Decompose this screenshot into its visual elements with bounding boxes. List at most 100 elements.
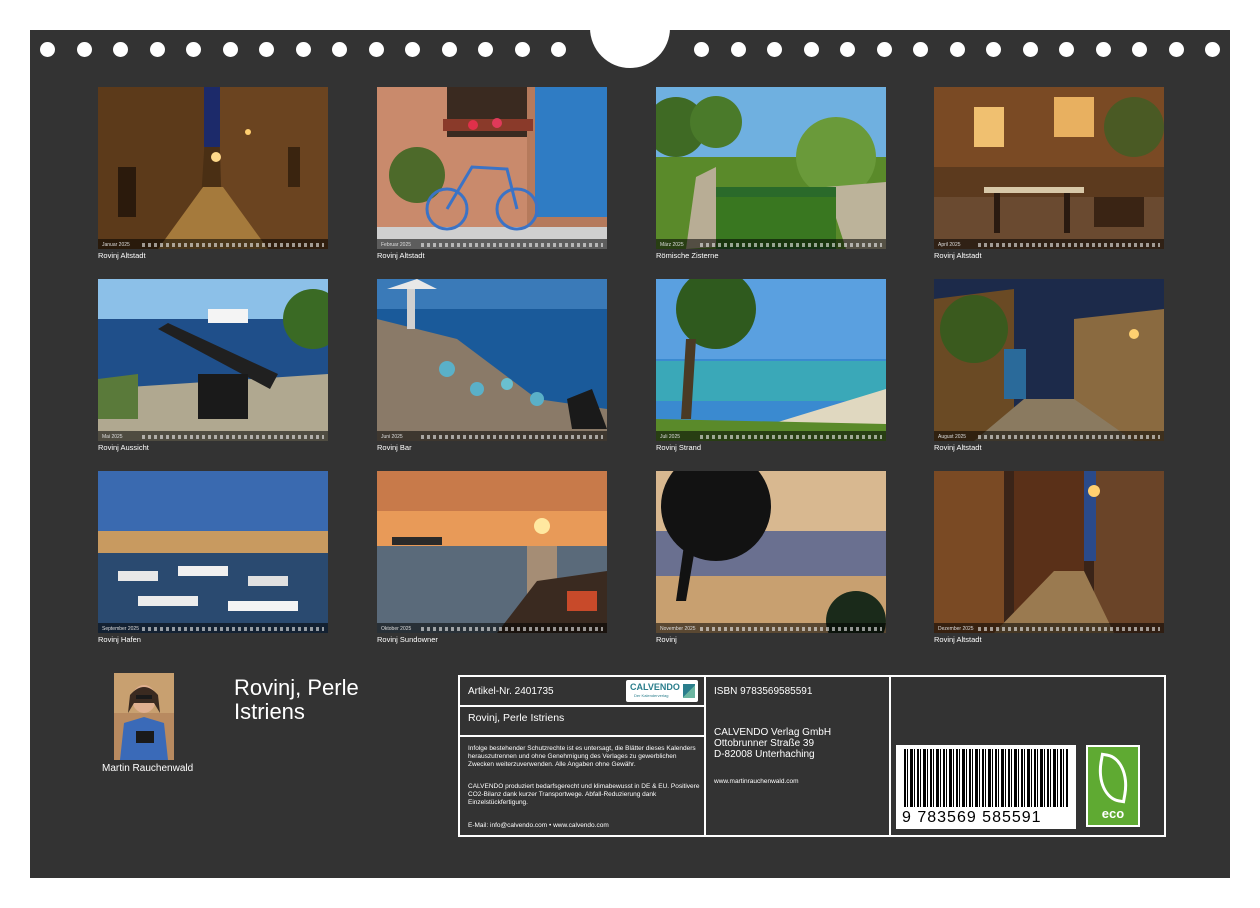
- calendar-days: [142, 435, 324, 439]
- leaf-icon: [1093, 752, 1133, 804]
- calendar-days: [421, 243, 603, 247]
- binding-hole: [840, 42, 855, 57]
- binding-hole: [76, 42, 92, 57]
- photo-caption: Römische Zisterne: [656, 251, 719, 260]
- month-label: August 2025: [938, 434, 967, 440]
- publisher-street: Ottobrunner Straße 39: [714, 738, 815, 749]
- binding-hole: [40, 42, 55, 57]
- calendar-days: [421, 435, 603, 439]
- binding-hole: [186, 42, 201, 57]
- photo-november: November 2025: [656, 471, 886, 633]
- photo-caption: Rovinj Altstadt: [934, 635, 982, 644]
- photo-february: Februar 2025: [377, 87, 607, 249]
- divider: [889, 677, 891, 835]
- binding-hole: [913, 42, 928, 57]
- binding-hole: [1132, 42, 1147, 57]
- legal-notice: Infolge bestehender Schutzrechte ist es …: [468, 745, 696, 768]
- contact-line: E-Mail: info@calvendo.com • www.calvendo…: [468, 822, 609, 829]
- binding-hole: [876, 42, 892, 57]
- photo-march: März 2025: [656, 87, 886, 249]
- binding-hole: [478, 42, 493, 57]
- binding-hole: [222, 42, 238, 57]
- binding-hole: [259, 42, 274, 57]
- binding-hole: [1095, 42, 1111, 57]
- month-label: Januar 2025: [102, 242, 130, 248]
- photo-caption: Rovinj Altstadt: [934, 251, 982, 260]
- photo-august: August 2025: [934, 279, 1164, 441]
- photo-may: Mai 2025: [98, 279, 328, 441]
- calendar-days: [700, 627, 882, 631]
- eco-notice: CALVENDO produziert bedarfsgerecht und k…: [468, 783, 700, 806]
- binding-hole: [767, 42, 782, 57]
- photo-caption: Rovinj Altstadt: [98, 251, 146, 260]
- barcode-bars: [904, 749, 1068, 807]
- binding-hole: [149, 42, 165, 57]
- title-line-2: Istriens: [234, 699, 305, 724]
- binding-hole: [949, 42, 965, 57]
- author-name: Martin Rauchenwald: [102, 763, 194, 774]
- article-number: Artikel-Nr. 2401735: [468, 686, 554, 697]
- eco-badge: eco: [1086, 745, 1140, 827]
- month-label: März 2025: [660, 242, 684, 248]
- isbn-barcode: 9 783569 585591: [896, 745, 1076, 829]
- publisher-name: CALVENDO Verlag GmbH: [714, 727, 832, 738]
- photo-caption: Rovinj Aussicht: [98, 443, 149, 452]
- divider: [704, 677, 706, 835]
- photo-caption: Rovinj: [656, 635, 677, 644]
- binding-hole: [1205, 42, 1220, 57]
- month-label: Februar 2025: [381, 242, 412, 248]
- month-label: Juni 2025: [381, 434, 403, 440]
- calendar-days: [978, 243, 1160, 247]
- barcode-digits: 9 783569 585591: [902, 809, 1042, 826]
- product-info-box: Artikel-Nr. 2401735 CALVENDO Der Kalende…: [458, 675, 1166, 837]
- photo-january: Januar 2025: [98, 87, 328, 249]
- binding-hole: [295, 42, 311, 57]
- photo-caption: Rovinj Sundowner: [377, 635, 438, 644]
- month-label: Mai 2025: [102, 434, 123, 440]
- photo-july: Juli 2025: [656, 279, 886, 441]
- author-website: www.martinrauchenwald.com: [714, 778, 799, 785]
- calvendo-logo: CALVENDO Der Kalenderverlag: [626, 680, 698, 702]
- calendar-days: [978, 435, 1160, 439]
- photo-caption: Rovinj Altstadt: [934, 443, 982, 452]
- isbn: ISBN 9783569585591: [714, 686, 813, 697]
- binding-hole: [1059, 42, 1074, 57]
- calendar-days: [700, 243, 882, 247]
- photo-october: Oktober 2025: [377, 471, 607, 633]
- title-line-1: Rovinj, Perle: [234, 675, 359, 700]
- binding-hole: [405, 42, 420, 57]
- month-label: Oktober 2025: [381, 626, 412, 632]
- month-label: April 2025: [938, 242, 961, 248]
- calendar-days: [142, 627, 324, 631]
- photo-december: Dezember 2025: [934, 471, 1164, 633]
- logo-word: CALVENDO: [630, 682, 680, 692]
- binding-hole: [441, 42, 457, 57]
- photo-september: September 2025: [98, 471, 328, 633]
- divider: [460, 705, 704, 707]
- photo-caption: Rovinj Strand: [656, 443, 702, 452]
- photo-june: Juni 2025: [377, 279, 607, 441]
- binding-hole: [986, 42, 1001, 57]
- binding-hole: [514, 42, 530, 57]
- calendar-days: [978, 627, 1160, 631]
- binding-hole: [113, 42, 128, 57]
- binding-hole: [368, 42, 384, 57]
- photo-april: April 2025: [934, 87, 1164, 249]
- calendar-back-cover: Januar 2025 Rovinj Altstadt Februar 2025…: [30, 0, 1230, 878]
- binding-hole: [730, 42, 746, 57]
- binding-hole: [803, 42, 819, 57]
- eco-label: eco: [1101, 806, 1125, 821]
- month-label: November 2025: [660, 626, 696, 632]
- month-label: Dezember 2025: [938, 626, 974, 632]
- logo-mark-icon: [683, 684, 695, 698]
- photo-caption: Rovinj Hafen: [98, 635, 141, 644]
- publisher-city: D-82008 Unterhaching: [714, 749, 815, 760]
- divider: [460, 735, 704, 737]
- photo-caption: Rovinj Bar: [377, 443, 412, 452]
- binding-hole: [1168, 42, 1184, 57]
- binding-hole: [1022, 42, 1038, 57]
- binding-hole: [694, 42, 709, 57]
- binding-hole: [332, 42, 347, 57]
- product-title: Rovinj, Perle Istriens: [468, 712, 565, 724]
- month-label: Juli 2025: [660, 434, 681, 440]
